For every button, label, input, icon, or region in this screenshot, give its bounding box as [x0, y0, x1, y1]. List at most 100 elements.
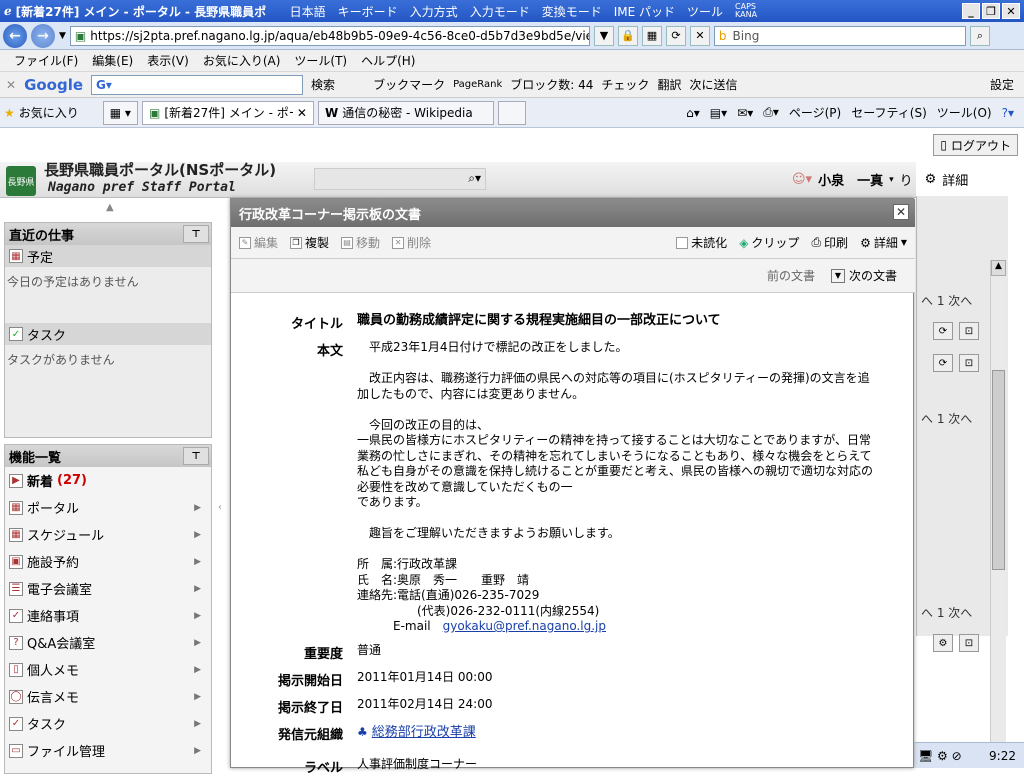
submenu-arrow-icon[interactable]: ▶ — [194, 611, 201, 621]
google-send-to[interactable]: 次に送信 — [689, 76, 737, 93]
function-list-toggle-button[interactable]: ⊤ — [183, 447, 209, 465]
task-section[interactable]: ✓ タスク — [5, 323, 211, 345]
recent-work-toggle-button[interactable]: ⊤ — [183, 225, 209, 243]
gear-icon[interactable]: ⚙ — [925, 172, 937, 187]
portal-search-input[interactable]: ⌕▾ — [314, 168, 486, 190]
bg-pager-3[interactable]: へ 1 次へ — [921, 604, 972, 621]
menu-tools[interactable]: ツール(T) — [294, 52, 347, 69]
user-name[interactable]: 小泉 一真 — [818, 170, 883, 189]
submenu-arrow-icon[interactable]: ▶ — [194, 719, 201, 729]
menu-file[interactable]: ファイル(F) — [14, 52, 78, 69]
minimize-button[interactable]: _ — [962, 3, 980, 19]
bg-pager-2[interactable]: へ 1 次へ — [921, 410, 972, 427]
help-icon[interactable]: ?▾ — [1002, 106, 1014, 120]
print-toolbar-icon[interactable]: ⎙▾ — [763, 105, 779, 120]
function-item[interactable]: ✓ 連絡事項 ▶ — [5, 602, 211, 629]
bing-search-input[interactable]: b Bing — [713, 25, 966, 46]
stop-icon[interactable]: ✕ — [689, 25, 710, 46]
url-dropdown-icon[interactable]: ▼ — [593, 25, 614, 46]
mail-icon[interactable]: ✉▾ — [737, 106, 753, 120]
tab-wikipedia[interactable]: W 通信の秘密 - Wikipedia — [317, 100, 494, 125]
menu-help[interactable]: ヘルプ(H) — [361, 52, 415, 69]
submenu-arrow-icon[interactable]: ▶ — [194, 530, 201, 540]
compat-view-icon[interactable]: ▦ — [641, 25, 662, 46]
function-item[interactable]: ✓ タスク ▶ — [5, 710, 211, 737]
google-search-button[interactable]: 検索 — [311, 76, 335, 93]
home-icon[interactable]: ⌂▾ — [686, 106, 700, 120]
function-item[interactable]: ▭ ファイル管理 ▶ — [5, 737, 211, 764]
field-org-link[interactable]: 総務部行政改革課 — [372, 725, 476, 741]
scroll-up-icon[interactable]: ▲ — [991, 260, 1006, 276]
next-document-link[interactable]: ▼ 次の文書 — [830, 267, 897, 284]
scroll-thumb[interactable] — [992, 370, 1005, 570]
submenu-arrow-icon[interactable]: ▶ — [194, 638, 201, 648]
bg-settings-button[interactable]: ⚙ — [933, 634, 953, 652]
favorites-star-icon[interactable]: ★ — [4, 106, 15, 120]
submenu-arrow-icon[interactable]: ▶ — [194, 584, 201, 594]
safety-menu[interactable]: セーフティ(S) — [851, 104, 927, 121]
google-brand[interactable]: Google — [24, 76, 83, 94]
search-icon[interactable]: ⌕ — [969, 25, 990, 46]
menu-favorites[interactable]: お気に入り(A) — [203, 52, 281, 69]
tools-menu[interactable]: ツール(O) — [937, 104, 992, 121]
function-item[interactable]: ▦ スケジュール ▶ — [5, 521, 211, 548]
url-field[interactable]: ▣ https://sj2pta.pref.nagano.lg.jp/aqua/… — [69, 25, 590, 46]
function-item[interactable]: ? Q&A会議室 ▶ — [5, 629, 211, 656]
submenu-arrow-icon[interactable]: ▶ — [194, 665, 201, 675]
copy-button[interactable]: ❐ 複製 — [290, 234, 329, 251]
ime-convert-mode[interactable]: 変換モード — [542, 3, 602, 20]
tab-close-icon[interactable]: ✕ — [297, 106, 307, 120]
forward-button[interactable]: → — [31, 23, 55, 48]
ime-input-method[interactable]: 入力方式 — [410, 3, 458, 20]
email-link[interactable]: gyokaku@pref.nagano.lg.jp — [443, 619, 606, 633]
bg-expand-button-1[interactable]: ⊡ — [959, 322, 979, 340]
back-button[interactable]: ← — [3, 23, 27, 48]
google-settings[interactable]: 設定 — [990, 76, 1024, 93]
favorites-button[interactable]: お気に入り — [19, 104, 79, 121]
lock-icon[interactable]: 🔒 — [617, 25, 638, 46]
google-bookmarks[interactable]: ブックマーク — [373, 76, 445, 93]
ime-keyboard[interactable]: キーボード — [338, 3, 398, 20]
feeds-icon[interactable]: ▤▾ — [710, 106, 727, 120]
move-button[interactable]: ▤ 移動 — [341, 234, 380, 251]
google-translate[interactable]: 翻訳 — [657, 76, 681, 93]
submenu-arrow-icon[interactable]: ▶ — [194, 746, 201, 756]
print-button[interactable]: ⎙ 印刷 — [811, 234, 848, 251]
ime-input-mode[interactable]: 入力モード — [470, 3, 530, 20]
ime-pad[interactable]: IME パッド — [614, 3, 675, 20]
submenu-arrow-icon[interactable]: ▶ — [194, 503, 201, 513]
ime-language[interactable]: 日本語 — [290, 3, 326, 20]
function-item[interactable]: ▦ ポータル ▶ — [5, 494, 211, 521]
function-item[interactable]: ▯ 個人メモ ▶ — [5, 656, 211, 683]
clip-button[interactable]: ◈ クリップ — [739, 234, 799, 251]
maximize-button[interactable]: ❐ — [982, 3, 1000, 19]
logout-button[interactable]: ▯ ログアウト — [933, 134, 1018, 156]
dialog-close-button[interactable]: ✕ — [893, 204, 909, 220]
google-popup-blocked[interactable]: ブロック数: 44 — [510, 76, 593, 93]
tray-icons[interactable]: 🖥 ⚙ ⊘ — [918, 749, 962, 763]
bg-refresh-button-1[interactable]: ⟳ — [933, 322, 953, 340]
refresh-icon[interactable]: ⟳ — [665, 25, 686, 46]
page-menu[interactable]: ページ(P) — [789, 104, 841, 121]
edit-button[interactable]: ✎ 編集 — [239, 234, 278, 251]
function-item[interactable]: ☰ 電子会議室 ▶ — [5, 575, 211, 602]
tab-portal[interactable]: ▣ [新着27件] メイン - ポー... ✕ — [141, 100, 314, 125]
menu-view[interactable]: 表示(V) — [147, 52, 189, 69]
function-item[interactable]: ◯ 伝言メモ ▶ — [5, 683, 211, 710]
menu-edit[interactable]: 編集(E) — [92, 52, 133, 69]
user-detail-button[interactable]: 詳細 — [942, 170, 968, 189]
user-icon[interactable]: ☺▾ — [792, 172, 812, 187]
submenu-arrow-icon[interactable]: ▶ — [194, 692, 201, 702]
quick-tabs-button[interactable]: ▦ ▾ — [102, 100, 138, 125]
close-window-button[interactable]: ✕ — [1002, 3, 1020, 19]
delete-button[interactable]: ✕ 削除 — [392, 234, 431, 251]
portal-search-icon[interactable]: ⌕▾ — [468, 171, 481, 186]
bg-expand-button-3[interactable]: ⊡ — [959, 634, 979, 652]
google-check[interactable]: チェック — [601, 76, 649, 93]
bg-refresh-button-2[interactable]: ⟳ — [933, 354, 953, 372]
history-dropdown-icon[interactable]: ▼ — [59, 31, 66, 41]
close-toolbar-icon[interactable]: ✕ — [6, 78, 16, 92]
schedule-section[interactable]: ▦ 予定 — [5, 245, 211, 267]
mark-unread-button[interactable]: 未読化 — [676, 234, 727, 251]
function-item[interactable]: ▣ 施設予約 ▶ — [5, 548, 211, 575]
